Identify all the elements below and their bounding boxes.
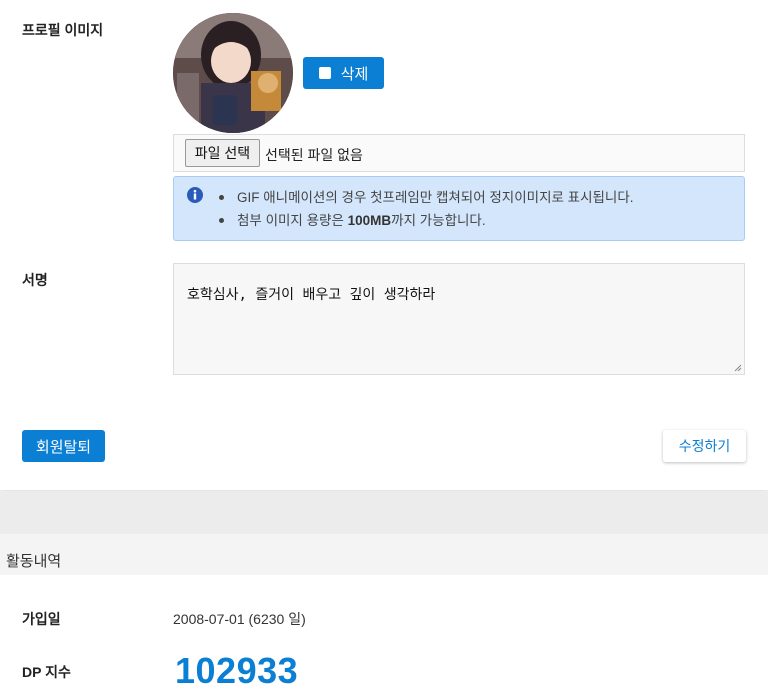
info-icon: [187, 187, 203, 203]
edit-button[interactable]: 수정하기: [663, 430, 746, 462]
section-divider: [0, 491, 768, 534]
delete-checkbox[interactable]: [318, 67, 331, 79]
profile-image-label: 프로필 이미지: [22, 22, 104, 38]
info-item: GIF 애니메이션의 경우 첫프레임만 캡쳐되어 정지이미지로 표시됩니다.: [218, 186, 634, 209]
image-info-box: GIF 애니메이션의 경우 첫프레임만 캡쳐되어 정지이미지로 표시됩니다. 첨…: [173, 176, 745, 241]
info-item: 첨부 이미지 용량은 100MB까지 가능합니다.: [218, 209, 634, 232]
activity-section-header: 활동내역: [0, 534, 768, 575]
dp-value: 102933: [175, 650, 299, 691]
delete-image-button[interactable]: 삭제: [303, 57, 384, 89]
join-date-value: 2008-07-01 (6230 일): [173, 611, 306, 627]
file-status: 선택된 파일 없음: [265, 147, 363, 163]
activity-title: 활동내역: [6, 553, 62, 570]
signature-label: 서명: [22, 272, 48, 288]
signature-text: 호학심사, 즐거이 배우고 깊이 생각하라: [187, 287, 436, 303]
file-select-button[interactable]: 파일 선택: [185, 139, 260, 167]
resize-grip-icon[interactable]: [734, 364, 742, 372]
join-date-label: 가입일: [22, 611, 61, 627]
file-input-row: 파일 선택 선택된 파일 없음: [173, 134, 745, 172]
signature-textarea[interactable]: 호학심사, 즐거이 배우고 깊이 생각하라: [173, 263, 745, 375]
avatar: [173, 13, 293, 133]
info-list: GIF 애니메이션의 경우 첫프레임만 캡쳐되어 정지이미지로 표시됩니다. 첨…: [218, 186, 634, 232]
delete-label: 삭제: [340, 65, 369, 83]
dp-label: DP 지수: [22, 664, 71, 680]
withdraw-button[interactable]: 회원탈퇴: [22, 430, 105, 462]
profile-card: 프로필 이미지 삭제 파일 선택 선택된 파일 없음 GIF 애니메이션의 경우…: [0, 0, 768, 490]
avatar-image: [173, 13, 293, 133]
